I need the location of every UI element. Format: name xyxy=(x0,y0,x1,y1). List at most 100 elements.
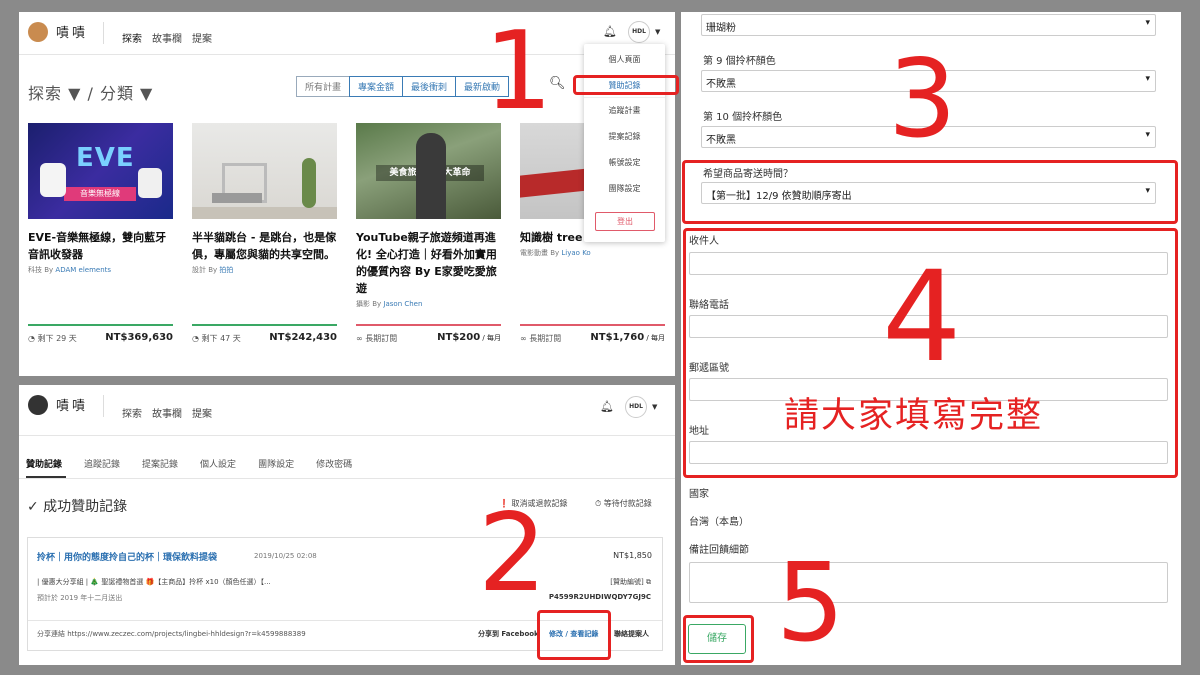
device-image xyxy=(40,163,66,197)
project-thumbnail[interactable]: EVE 音樂無極線 xyxy=(28,123,173,219)
highlight-save-button xyxy=(683,615,754,663)
explore-heading[interactable]: 探索 ▼ / 分類 ▼ xyxy=(28,80,153,104)
amount: NT$200 / 每月 xyxy=(437,332,501,343)
menu-item-account-settings[interactable]: 帳號設定 xyxy=(584,157,665,168)
clock-icon: ◔ xyxy=(192,334,202,343)
creator-link[interactable]: Liyao Ko xyxy=(561,249,590,257)
record-estimate: 預計於 2019 年十二月送出 xyxy=(37,594,123,602)
main-nav: 探索 故事欄 提案 xyxy=(122,27,222,46)
progress-bar xyxy=(520,324,665,326)
project-thumbnail[interactable]: 美食旅遊影片大革命 xyxy=(356,123,501,219)
device-image xyxy=(138,168,162,198)
person-image xyxy=(416,133,446,219)
menu-item-team-settings[interactable]: 團隊設定 xyxy=(584,183,665,194)
bell-icon[interactable]: 🔔︎ xyxy=(603,25,617,38)
record-project-title[interactable]: 拎杯｜用你的態度拎自己的杯｜環保飲料提袋 xyxy=(37,550,217,563)
step-number-5: 5 xyxy=(776,541,845,666)
sort-tab-all[interactable]: 所有計畫 xyxy=(296,76,351,97)
step-number-2: 2 xyxy=(478,491,547,616)
record-price: NT$1,850 xyxy=(613,551,652,560)
nav-propose[interactable]: 提案 xyxy=(192,34,212,45)
explore-panel: 嘖嘖 探索 故事欄 提案 🔔︎ HDL ▼ 探索 ▼ / 分類 ▼ 所有計畫 專案金… xyxy=(19,12,675,376)
pending-payment-link[interactable]: ⏱ 等待付款記錄 xyxy=(595,498,652,509)
progress-bar xyxy=(28,324,173,326)
card-footer: ◔ 剩下 47 天 NT$242,430 xyxy=(192,332,337,344)
sort-tab-amount[interactable]: 專案金額 xyxy=(349,76,404,97)
time-remaining: 剩下 47 天 xyxy=(201,334,241,343)
project-card[interactable]: 半半貓跳台 - 是跳台，也是傢俱，專屬您與貓的共享空間。 設計 By 拍拍 xyxy=(192,123,337,275)
zeczec-logo-icon[interactable] xyxy=(28,395,48,415)
subscription-label: 長期訂閱 xyxy=(365,334,398,343)
tab-personal-settings[interactable]: 個人設定 xyxy=(200,457,236,470)
brand-name[interactable]: 嘖嘖 xyxy=(56,22,88,41)
menu-item-tracked[interactable]: 追蹤計畫 xyxy=(584,105,665,116)
project-meta: 電影動畫 By Liyao Ko xyxy=(520,248,665,258)
header-divider xyxy=(103,395,104,417)
amount: NT$242,430 xyxy=(269,332,337,343)
sort-tabs: 所有計畫 專案金額 最後衝刺 最新啟動 xyxy=(296,76,510,97)
zeczec-logo-icon[interactable] xyxy=(28,22,48,42)
step-number-1: 1 xyxy=(484,9,553,134)
menu-divider xyxy=(584,97,665,98)
project-card[interactable]: 美食旅遊影片大革命 YouTube親子旅遊頻道再進化! 全心打造｜好看外加實用的… xyxy=(356,123,501,309)
header-border xyxy=(19,435,675,436)
progress-bar xyxy=(356,324,501,326)
tab-sponsor-records[interactable]: 贊助記錄 xyxy=(26,457,62,470)
logout-button[interactable]: 登出 xyxy=(595,212,655,231)
project-thumbnail[interactable] xyxy=(192,123,337,219)
creator-link[interactable]: Jason Chen xyxy=(383,300,422,308)
highlight-ship-time xyxy=(682,160,1178,224)
field-label: 第 9 個拎杯顏色 xyxy=(703,56,776,67)
step-number-3: 3 xyxy=(888,37,957,162)
sort-tab-ending[interactable]: 最後衝刺 xyxy=(402,76,457,97)
time-remaining: 剩下 29 天 xyxy=(37,334,77,343)
avatar[interactable]: HDL xyxy=(625,396,647,418)
tab-tracked[interactable]: 追蹤記錄 xyxy=(84,457,120,470)
creator-link[interactable]: ADAM elements xyxy=(55,266,111,274)
nav-propose[interactable]: 提案 xyxy=(192,409,212,420)
share-facebook-link[interactable]: 分享到 Facebook xyxy=(478,629,539,639)
nav-explore[interactable]: 探索 xyxy=(122,409,142,420)
menu-item-proposals[interactable]: 提案記錄 xyxy=(584,131,665,142)
chevron-down-icon[interactable]: ▼ xyxy=(652,403,657,411)
contact-creator-link[interactable]: 聯絡提案人 xyxy=(614,629,649,639)
user-dropdown-menu: 個人頁面 贊助記錄 追蹤計畫 提案記錄 帳號設定 團隊設定 登出 xyxy=(584,44,665,242)
card-footer: ∞ 長期訂閱 NT$1,760 / 每月 xyxy=(520,332,665,344)
tab-proposals[interactable]: 提案記錄 xyxy=(142,457,178,470)
amount: NT$369,630 xyxy=(105,332,173,343)
copy-icon[interactable]: ⧉ xyxy=(646,578,651,586)
amount-value: NT$200 xyxy=(437,332,481,343)
header-border xyxy=(19,54,675,55)
floor-image xyxy=(192,207,337,219)
tab-change-password[interactable]: 修改密碼 xyxy=(316,457,352,470)
record-reward-detail: | 優惠大分享組 | 🎄 聖誕禮物首選 🎁【主商品】拎杯 x10（顏色任選）【.… xyxy=(37,578,271,586)
color-select-8[interactable]: 珊瑚粉 xyxy=(701,14,1156,36)
project-title[interactable]: 半半貓跳台 - 是跳台，也是傢俱，專屬您與貓的共享空間。 xyxy=(192,229,337,263)
field-label: 國家 xyxy=(689,489,709,500)
amount: NT$1,760 / 每月 xyxy=(590,332,665,343)
brand-name[interactable]: 嘖嘖 xyxy=(56,395,88,414)
header-divider xyxy=(103,22,104,44)
creator-link[interactable]: 拍拍 xyxy=(219,266,233,274)
bell-icon[interactable]: 🔔︎ xyxy=(600,400,614,413)
thumbnail-text: EVE xyxy=(76,143,135,173)
highlight-sponsor-menu xyxy=(573,75,679,95)
project-card[interactable]: EVE 音樂無極線 EVE-音樂無極線，雙向藍牙音訊收發器 科技 By ADAM… xyxy=(28,123,173,275)
project-title[interactable]: YouTube親子旅遊頻道再進化! 全心打造｜好看外加實用的優質內容 By E家… xyxy=(356,229,501,297)
nav-explore[interactable]: 探索 xyxy=(122,34,142,45)
avatar[interactable]: HDL xyxy=(628,21,650,43)
project-title[interactable]: EVE-音樂無極線，雙向藍牙音訊收發器 xyxy=(28,229,173,263)
step-number-4: 4 xyxy=(882,245,962,390)
menu-item-profile[interactable]: 個人頁面 xyxy=(584,54,665,65)
nav-stories[interactable]: 故事欄 xyxy=(152,409,182,420)
chevron-down-icon[interactable]: ▼ xyxy=(655,28,660,36)
category: 設計 By xyxy=(192,266,218,274)
tab-team-settings[interactable]: 團隊設定 xyxy=(258,457,294,470)
page-title: ✓ 成功贊助記錄 xyxy=(27,499,128,515)
nav-stories[interactable]: 故事欄 xyxy=(152,34,182,45)
tabs-border xyxy=(19,478,675,479)
share-link[interactable]: 分享連結 https://www.zeczec.com/projects/lin… xyxy=(37,629,306,639)
amount-unit: / 每月 xyxy=(644,334,665,342)
record-date: 2019/10/25 02:08 xyxy=(254,552,317,560)
note-textarea[interactable] xyxy=(689,562,1168,603)
